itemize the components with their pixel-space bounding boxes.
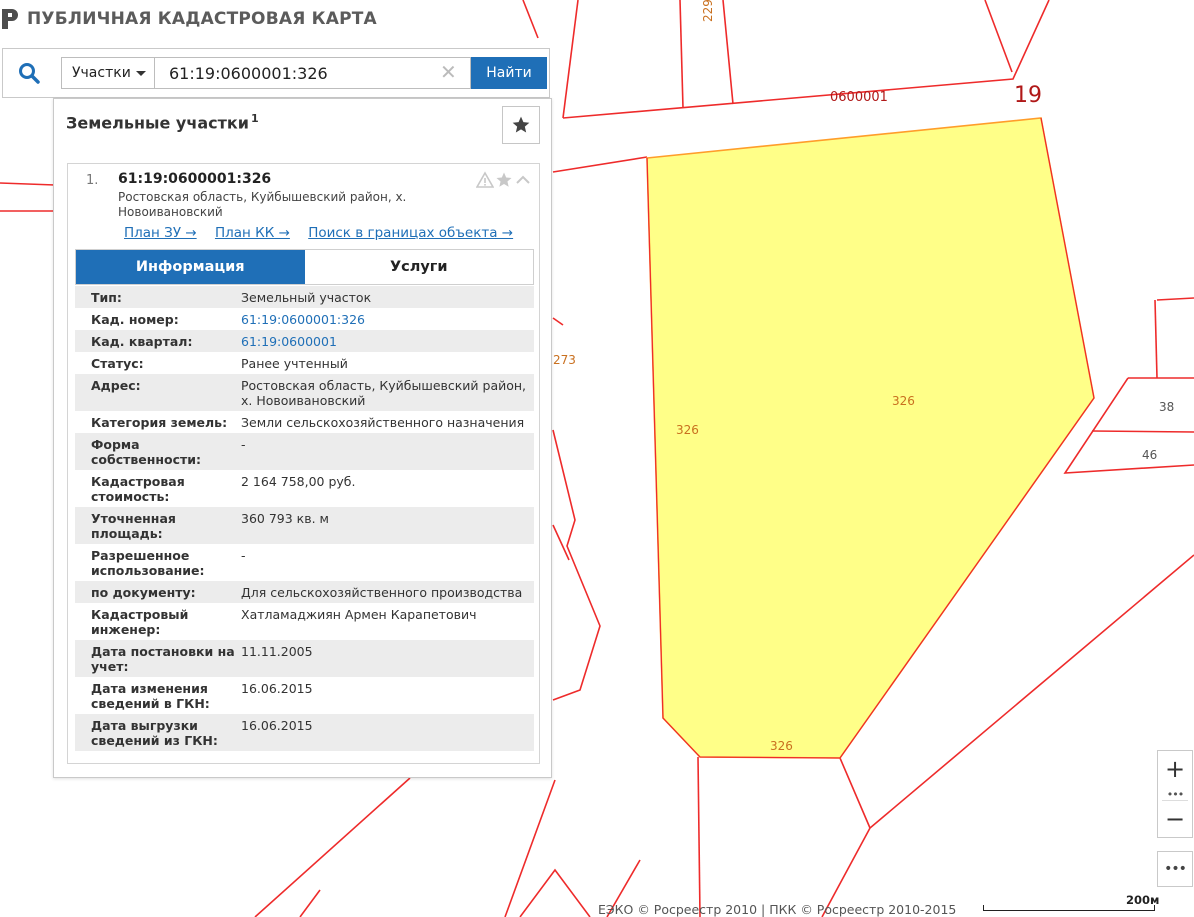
info-row: Дата выгрузки сведений из ГКН: 16.06.2015 [75,714,534,751]
tab-info[interactable]: Информация [76,250,305,284]
info-field-value: Хатламаджиян Армен Карапетович [241,607,477,622]
info-field-label: Форма собственности: [91,437,202,467]
info-field-label: Кадастровая стоимость: [91,474,185,504]
search-icon[interactable] [17,61,41,85]
chevron-down-icon [136,71,146,76]
result-card-actions [475,171,532,189]
search-bar: Участки ✕ Найти [2,48,550,98]
district-label: 19 [1014,83,1042,108]
app-logo[interactable]: ПУБЛИЧНАЯ КАДАСТРОВАЯ КАРТА [0,6,377,32]
info-field-value: 16.06.2015 [241,681,313,696]
info-field-link[interactable]: 61:19:0600001 [241,334,534,349]
copyright-text: ЕЭКО © Росреестр 2010 | ПКК © Росреестр … [598,902,957,917]
info-row: по документу: Для сельскохозяйственного п… [75,581,534,603]
info-field-value: Ростовская область, Куйбышевский район, … [241,378,527,408]
info-field-label: Дата выгрузки сведений из ГКН: [91,718,218,748]
zoom-in-button[interactable]: + [1158,751,1192,787]
info-field-link[interactable]: 61:19:0600001:326 [241,312,534,327]
result-cadastral-number[interactable]: 61:19:0600001:326 [118,171,271,187]
search-submit-button[interactable]: Найти [471,57,547,89]
info-field-label: Категория земель: [91,415,228,430]
selected-parcel-326[interactable] [646,117,1095,759]
more-tools-button[interactable]: ••• [1157,851,1193,887]
result-card: 1. 61:19:0600001:326 Ростовская область,… [67,163,540,764]
info-table: Тип: Земельный участок Кад. номер: 61:19:06… [75,286,534,751]
parcel-label-326-center: 326 [892,394,915,408]
results-panel: Земельные участки 1 1. 61:19:0600001:326 … [53,98,552,778]
info-row: Кад. номер: 61:19:0600001:326 [75,308,534,330]
info-field-label: Дата постановки на учет: [91,644,235,674]
search-type-label: Участки [72,65,131,81]
panel-title-text: Земельные участки [66,113,249,133]
info-row: Форма собственности: - [75,433,534,470]
info-field-label: Адрес: [91,378,141,393]
favorites-button[interactable] [502,106,540,144]
result-links: План ЗУ → План КК → Поиск в границах объ… [124,225,527,241]
info-field-value: Ранее учтенный [241,356,348,371]
rosreestr-logo-icon [2,9,18,29]
info-row: Разрешенное использование: - [75,544,534,581]
search-inside-link[interactable]: Поиск в границах объекта → [308,225,513,241]
scale-label: 200м [1126,893,1160,907]
zoom-out-button[interactable]: − [1158,801,1192,837]
info-field-label: Кад. квартал: [91,334,193,349]
zoom-control: + ••• − [1157,750,1193,838]
info-field-label: Кадастровый инженер: [91,607,189,637]
info-row: Статус: Ранее учтенный [75,352,534,374]
info-row: Дата изменения сведений в ГКН: 16.06.2015 [75,677,534,714]
info-row: Кадастровый инженер: Хатламаджиян Армен К… [75,603,534,640]
tab-services[interactable]: Услуги [304,250,533,284]
parcel-label-46: 46 [1142,448,1157,462]
info-field-label: Тип: [91,290,122,305]
info-field-label: Статус: [91,356,144,371]
clear-icon[interactable]: ✕ [440,62,457,82]
star-icon[interactable] [495,171,513,189]
result-address: Ростовская область, Куйбышевский район, … [118,190,407,219]
info-field-label: Кад. номер: [91,312,179,327]
info-row: Тип: Земельный участок [75,286,534,308]
info-row: Адрес: Ростовская область, Куйбышевский р… [75,374,534,411]
warning-icon[interactable] [475,171,495,189]
info-row: Кад. квартал: 61:19:0600001 [75,330,534,352]
info-field-value: 16.06.2015 [241,718,313,733]
info-row: Кадастровая стоимость: 2 164 758,00 руб. [75,470,534,507]
result-tabs: Информация Услуги [75,249,534,285]
parcel-label-273: 273 [553,353,576,367]
info-field-value: Для сельскохозяйственного производства [241,585,523,600]
panel-title: Земельные участки 1 [66,112,259,132]
info-row: Уточненная площадь: 360 793 кв. м [75,507,534,544]
star-icon [512,116,530,133]
parcel-label-38: 38 [1159,400,1174,414]
chevron-up-icon[interactable] [514,171,532,189]
plan-kk-link[interactable]: План КК → [215,225,290,241]
quarter-label: 0600001 [830,90,888,105]
search-input[interactable] [155,57,471,89]
info-field-value: - [241,437,246,452]
result-count: 1 [250,112,259,125]
result-index: 1. [86,173,99,188]
info-row: Категория земель: Земли сельскохозяйствен… [75,411,534,433]
info-field-value: 11.11.2005 [241,644,313,659]
parcel-label-229: 229 [701,0,715,22]
info-field-value: - [241,548,246,563]
parcel-label-326-bottom: 326 [770,739,793,753]
app-title: ПУБЛИЧНАЯ КАДАСТРОВАЯ КАРТА [27,9,377,29]
plan-zu-link[interactable]: План ЗУ → [124,225,197,241]
info-field-label: Дата изменения сведений в ГКН: [91,681,210,711]
parcel-label-326-left: 326 [676,423,699,437]
info-field-value: Земельный участок [241,290,372,305]
info-field-value: 2 164 758,00 руб. [241,474,356,489]
info-row: Дата постановки на учет: 11.11.2005 [75,640,534,677]
search-type-dropdown[interactable]: Участки [61,57,155,89]
info-field-value: 360 793 кв. м [241,511,329,526]
info-field-label: по документу: [91,585,196,600]
info-field-value: Земли сельскохозяйственного назначения [241,415,525,430]
info-field-label: Уточненная площадь: [91,511,176,541]
info-field-label: Разрешенное использование: [91,548,205,578]
